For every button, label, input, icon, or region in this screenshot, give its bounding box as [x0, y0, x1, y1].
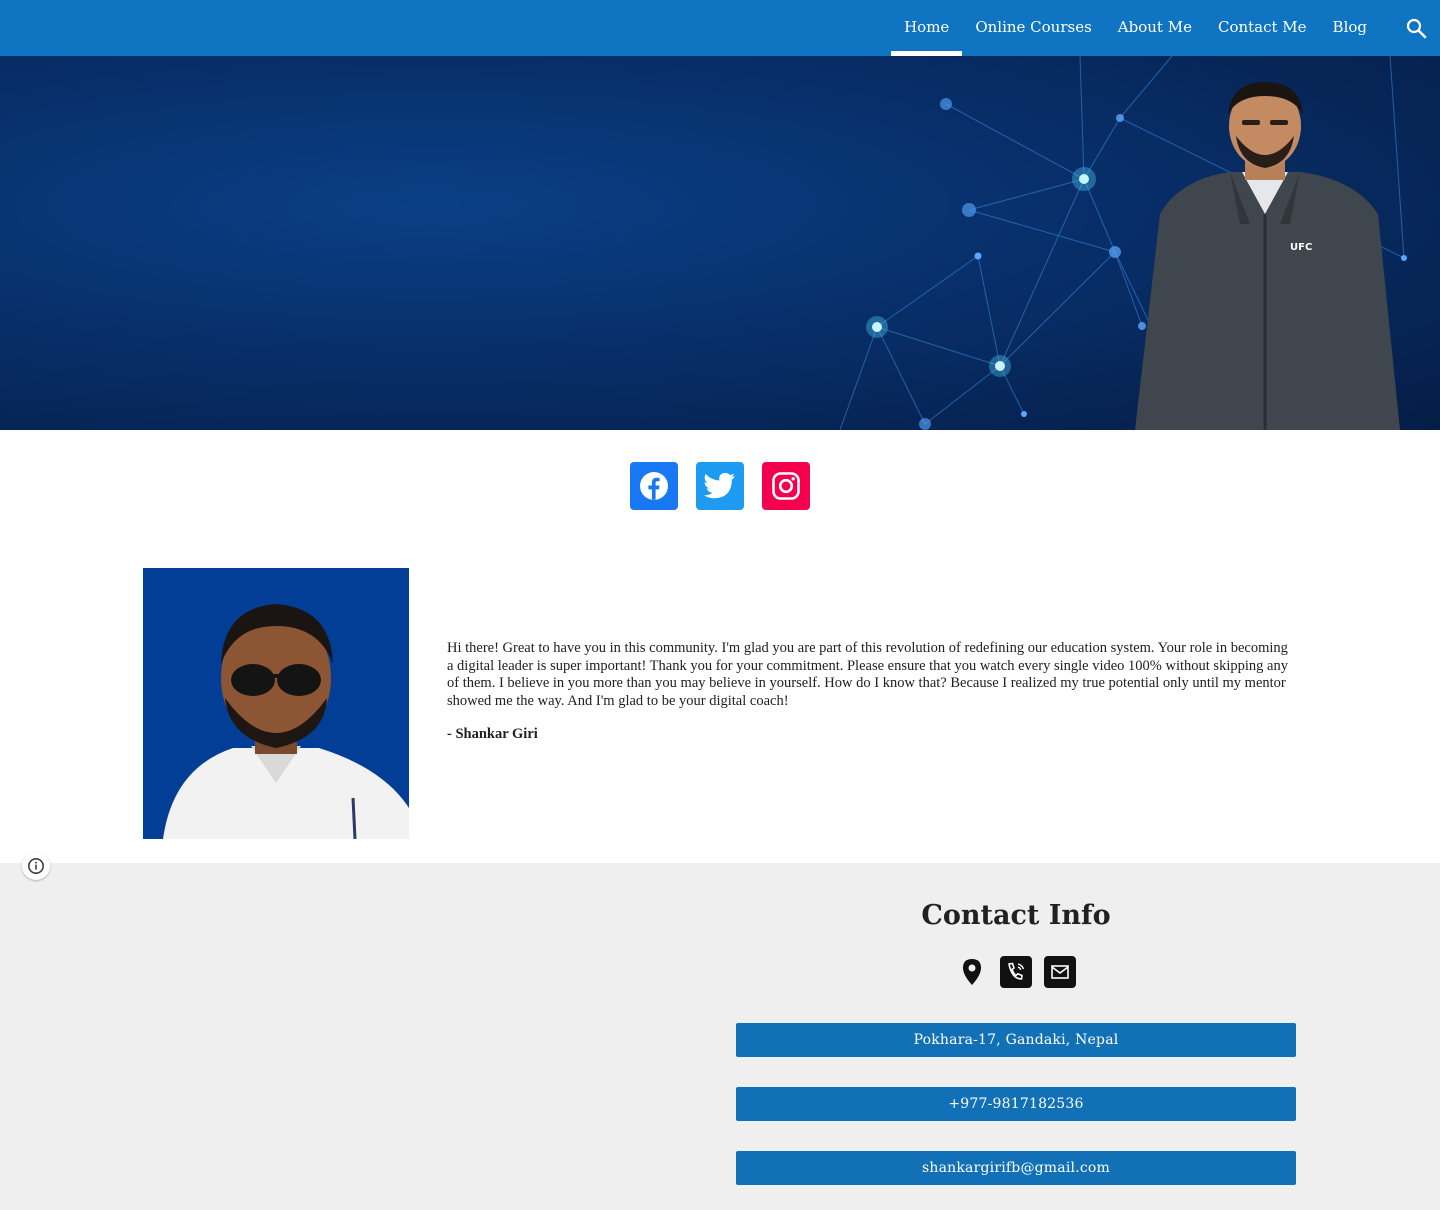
jacket-logo: UFC [1290, 242, 1312, 253]
author-signature: - Shankar Giri [447, 726, 538, 742]
email-button[interactable]: shankargirifb@gmail.com [736, 1151, 1296, 1185]
search-icon[interactable] [1404, 16, 1428, 40]
nav-item-contact-me[interactable]: Contact Me [1205, 0, 1320, 56]
nav-item-home[interactable]: Home [891, 0, 963, 56]
welcome-paragraph: Hi there! Great to have you in this comm… [447, 640, 1288, 709]
contact-info-section: Contact Info Pokhara-17, Gandaki, Nepal … [0, 863, 1440, 1210]
location-pin-icon [956, 956, 988, 988]
nav-item-blog[interactable]: Blog [1320, 0, 1380, 56]
social-links [630, 462, 810, 510]
hero-person-photo: UFC [1135, 82, 1400, 430]
contact-icon-row [956, 956, 1076, 988]
main-nav: Home Online Courses About Me Contact Me … [891, 0, 1380, 56]
contact-info-heading: Contact Info [921, 900, 1111, 931]
phone-button[interactable]: +977-9817182536 [736, 1087, 1296, 1121]
twitter-icon[interactable] [696, 462, 744, 510]
top-navigation-bar: Home Online Courses About Me Contact Me … [0, 0, 1440, 56]
address-button[interactable]: Pokhara-17, Gandaki, Nepal [736, 1023, 1296, 1057]
mail-icon [1044, 956, 1076, 988]
profile-photo [143, 568, 409, 839]
instagram-icon[interactable] [762, 462, 810, 510]
nav-item-online-courses[interactable]: Online Courses [962, 0, 1104, 56]
nav-item-about-me[interactable]: About Me [1105, 0, 1205, 56]
phone-icon [1000, 956, 1032, 988]
info-icon[interactable] [22, 852, 50, 880]
facebook-icon[interactable] [630, 462, 678, 510]
hero-banner: UFC [0, 56, 1440, 430]
